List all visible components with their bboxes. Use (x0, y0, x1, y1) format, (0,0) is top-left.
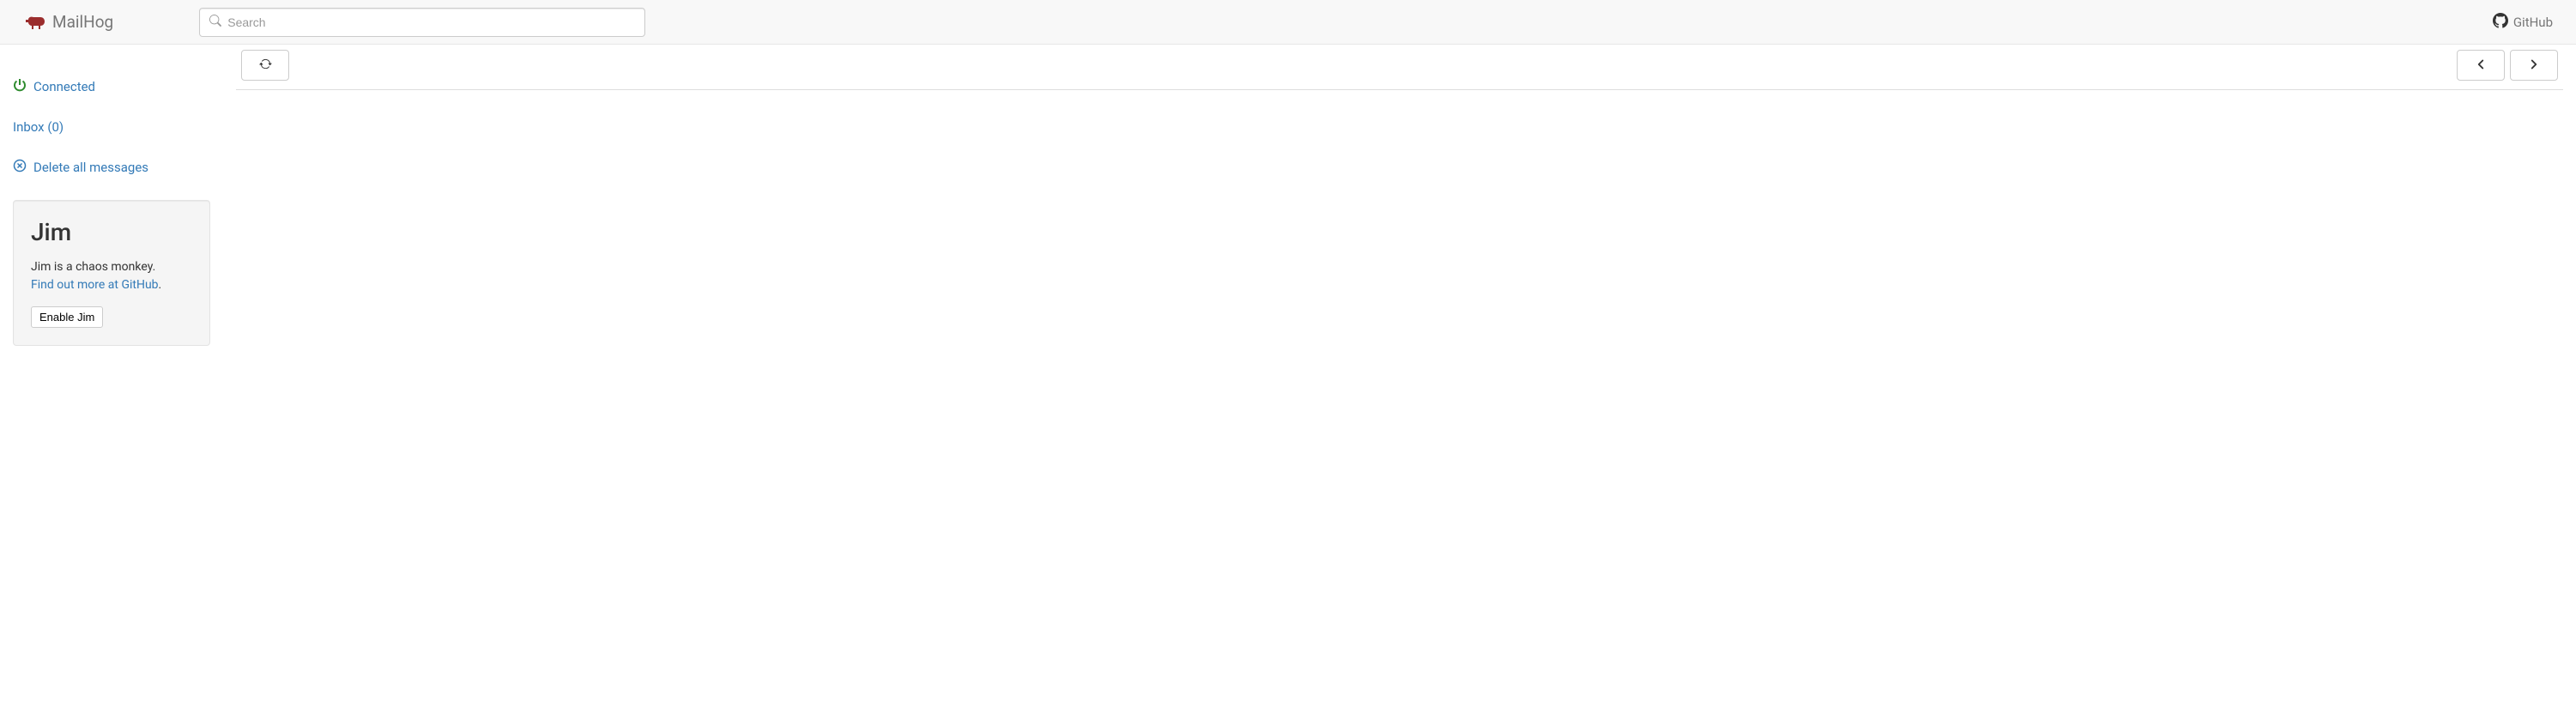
refresh-button[interactable] (241, 50, 289, 81)
sidebar: Connected Inbox (0) Delete all messages … (0, 45, 223, 714)
power-icon (13, 78, 27, 95)
delete-label: Delete all messages (33, 160, 148, 175)
github-label: GitHub (2513, 15, 2553, 30)
enable-jim-button[interactable]: Enable Jim (31, 306, 103, 328)
jim-description: Jim is a chaos monkey. (31, 260, 155, 274)
prev-page-button[interactable] (2457, 50, 2505, 81)
toolbar (236, 50, 2563, 90)
main (223, 45, 2576, 714)
brand[interactable]: MailHog (25, 12, 113, 32)
jim-link-suffix: . (159, 278, 162, 292)
delete-icon (13, 159, 27, 176)
delete-all-link[interactable]: Delete all messages (13, 159, 210, 176)
next-page-button[interactable] (2510, 50, 2558, 81)
github-link[interactable]: GitHub (2493, 13, 2553, 32)
search-wrap (199, 8, 645, 37)
chevron-right-icon (2529, 59, 2539, 72)
brand-text: MailHog (52, 12, 113, 32)
connected-label: Connected (33, 79, 95, 94)
jim-panel: Jim Jim is a chaos monkey. Find out more… (13, 200, 210, 346)
search-input[interactable] (199, 8, 645, 37)
github-icon (2493, 13, 2508, 32)
jim-title: Jim (31, 218, 192, 246)
chevron-left-icon (2476, 59, 2486, 72)
connection-status[interactable]: Connected (13, 78, 210, 95)
inbox-label: Inbox (0) (13, 119, 63, 135)
pager (2457, 50, 2558, 81)
search-icon (209, 15, 221, 30)
inbox-link[interactable]: Inbox (0) (13, 119, 210, 135)
hog-icon (25, 15, 45, 30)
jim-link[interactable]: Find out more at GitHub (31, 278, 159, 292)
navbar: MailHog GitHub (0, 0, 2576, 45)
refresh-icon (259, 57, 272, 73)
